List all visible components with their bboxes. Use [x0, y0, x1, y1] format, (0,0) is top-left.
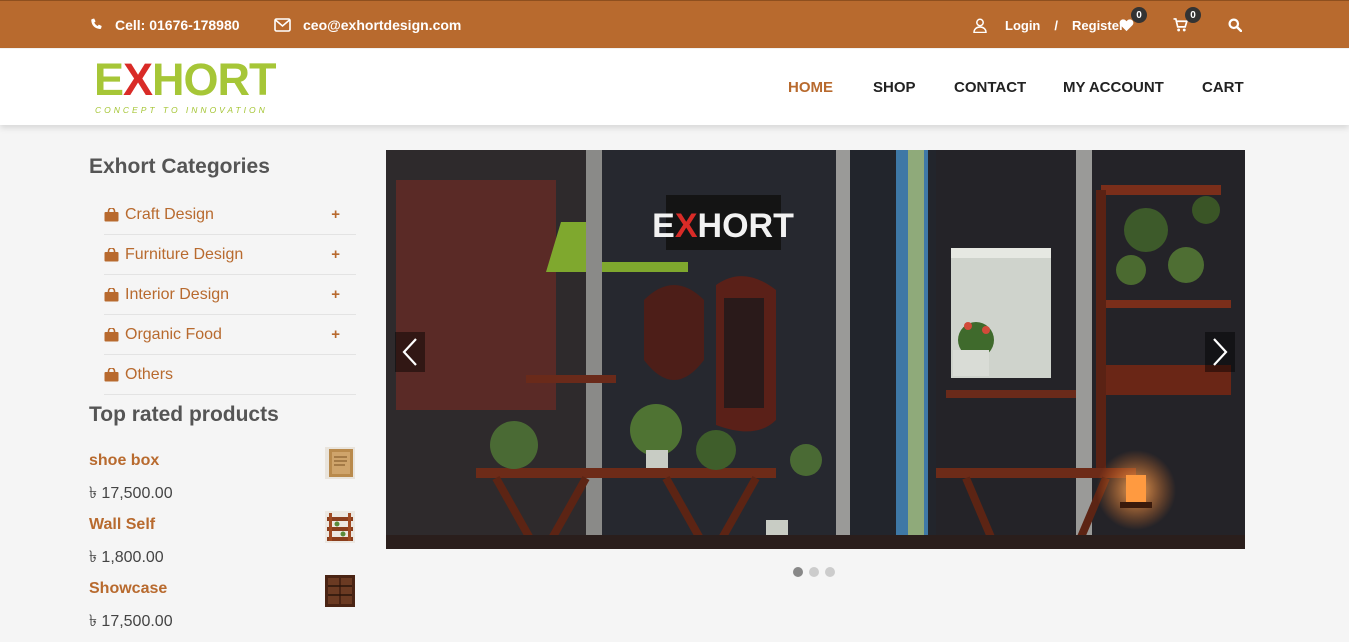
category-item-craft-design[interactable]: Craft Design +	[104, 195, 356, 235]
nav-shop[interactable]: SHOP	[873, 49, 916, 125]
hero-slider: EXHORT	[386, 150, 1245, 549]
slide-image-storefront: EXHORT	[386, 150, 1245, 549]
chevron-right-icon	[1213, 338, 1228, 366]
wishlist-button[interactable]: 0	[1119, 1, 1147, 49]
cart-icon-button[interactable]: 0	[1173, 1, 1201, 49]
logo-wordmark: EXHORT	[94, 54, 277, 105]
product-image	[325, 447, 355, 479]
category-label: Others	[125, 365, 174, 383]
envelope-icon	[274, 18, 291, 32]
category-item-others[interactable]: Others	[104, 355, 356, 395]
cart-count-badge: 0	[1185, 7, 1201, 23]
slider-pagination	[793, 567, 835, 577]
product-price: ৳ 1,800.00	[89, 549, 164, 566]
category-item-furniture-design[interactable]: Furniture Design +	[104, 235, 356, 275]
contact-email[interactable]: ceo@exhortdesign.com	[274, 1, 461, 49]
contact-phone[interactable]: Cell: 01676-178980	[89, 1, 240, 49]
login-register: Login / Register	[973, 1, 1124, 49]
sign-letter-x: X	[675, 207, 698, 245]
logo-letters-hort: HORT	[152, 54, 276, 105]
search-icon	[1228, 18, 1242, 32]
product-name-wall-self[interactable]: Wall Self	[89, 516, 155, 534]
category-label: Organic Food	[125, 325, 222, 343]
top-rated-heading: Top rated products	[89, 403, 279, 426]
product-thumbnail-showcase[interactable]	[325, 575, 355, 607]
product-thumbnail-wall-self[interactable]	[325, 511, 355, 543]
login-separator: /	[1054, 17, 1059, 33]
slider-dot-1[interactable]	[793, 567, 803, 577]
category-label: Craft Design	[125, 205, 214, 223]
expand-plus-icon[interactable]: +	[331, 246, 340, 263]
site-header: EXHORT CONCEPT TO INNOVATION HOME SHOP C…	[0, 49, 1349, 125]
email-text: ceo@exhortdesign.com	[303, 17, 462, 33]
shopping-bag-icon	[104, 207, 119, 221]
product-name-shoe-box[interactable]: shoe box	[89, 452, 159, 470]
slider-next-button[interactable]	[1205, 332, 1235, 372]
sign-letter-e: E	[652, 207, 675, 245]
search-button[interactable]	[1228, 1, 1242, 49]
logo-letter-e: E	[94, 54, 124, 105]
sign-letters-hort: HORT	[698, 207, 795, 245]
product-image	[325, 511, 355, 543]
exhort-logo[interactable]: EXHORT CONCEPT TO INNOVATION	[94, 54, 277, 116]
product-thumbnail-partial	[325, 638, 355, 642]
register-link[interactable]: Register	[1072, 18, 1124, 33]
category-label: Interior Design	[125, 285, 230, 303]
wishlist-count-badge: 0	[1131, 7, 1147, 23]
shopping-bag-icon	[104, 327, 119, 341]
slider-dot-3[interactable]	[825, 567, 835, 577]
categories-heading: Exhort Categories	[89, 155, 270, 178]
slider-prev-button[interactable]	[395, 332, 425, 372]
top-bar: Cell: 01676-178980 ceo@exhortdesign.com …	[0, 0, 1349, 48]
slider-dot-2[interactable]	[809, 567, 819, 577]
cart-icon	[1173, 18, 1188, 32]
user-icon	[973, 18, 987, 33]
product-name-showcase[interactable]: Showcase	[89, 580, 167, 598]
login-link[interactable]: Login	[1005, 18, 1040, 33]
category-label: Furniture Design	[125, 245, 244, 263]
phone-icon	[91, 18, 102, 29]
nav-cart[interactable]: CART	[1202, 49, 1244, 125]
chevron-left-icon	[402, 338, 417, 366]
nav-home[interactable]: HOME	[788, 49, 833, 125]
product-price: ৳ 17,500.00	[89, 485, 173, 502]
phone-text: Cell: 01676-178980	[115, 17, 240, 33]
category-item-interior-design[interactable]: Interior Design +	[104, 275, 356, 315]
expand-plus-icon[interactable]: +	[331, 206, 340, 223]
product-price: ৳ 17,500.00	[89, 613, 173, 630]
shopping-bag-icon	[104, 247, 119, 261]
product-image	[325, 575, 355, 607]
logo-tagline: CONCEPT TO INNOVATION	[95, 105, 268, 115]
expand-plus-icon[interactable]: +	[331, 326, 340, 343]
shopping-bag-icon	[104, 367, 119, 381]
nav-contact[interactable]: CONTACT	[954, 49, 1026, 125]
category-item-organic-food[interactable]: Organic Food +	[104, 315, 356, 355]
expand-plus-icon[interactable]: +	[331, 286, 340, 303]
svg-text:EXHORT: EXHORT	[652, 207, 794, 245]
logo-letter-x: X	[123, 54, 153, 105]
shopping-bag-icon	[104, 287, 119, 301]
nav-my-account[interactable]: MY ACCOUNT	[1063, 49, 1164, 125]
product-thumbnail-shoe-box[interactable]	[325, 447, 355, 479]
heart-icon	[1119, 19, 1134, 32]
